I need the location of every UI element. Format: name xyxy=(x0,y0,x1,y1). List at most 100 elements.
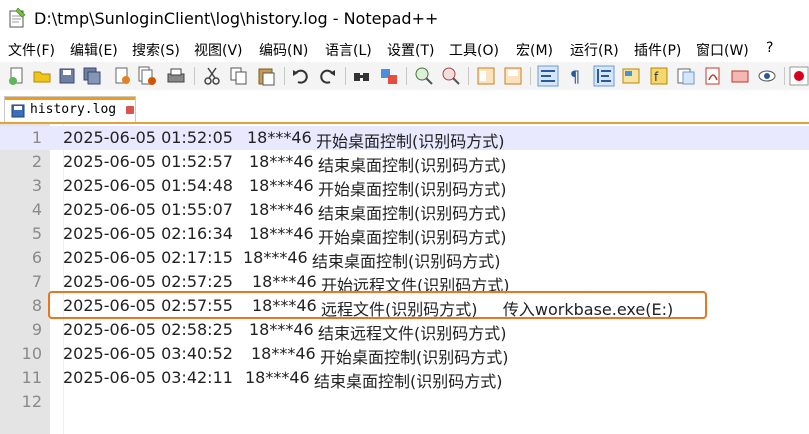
tab-history-log[interactable]: history.log xyxy=(4,96,136,122)
menu-help[interactable]: ? xyxy=(766,40,773,56)
tab-label: history.log xyxy=(30,102,117,117)
saved-file-icon xyxy=(11,104,25,118)
line-message: 开始桌面控制(识别码方式) xyxy=(320,348,509,367)
menu-edit[interactable]: 编辑(E) xyxy=(70,40,118,60)
new-file-icon[interactable] xyxy=(6,65,28,87)
window-title: D:\tmp\SunloginClient\log\history.log - … xyxy=(34,9,439,28)
line-datetime: 2025-06-05 01:55:07 xyxy=(63,200,233,219)
line-message: 结束桌面控制(识别码方式) xyxy=(318,156,507,175)
editor-line[interactable]: 4 2025-06-05 01:55:07 18***46 结束桌面控制(识别码… xyxy=(0,198,809,223)
redo-icon[interactable] xyxy=(316,65,338,87)
line-user: 18***46 xyxy=(249,200,314,219)
line-message: 开始桌面控制(识别码方式) xyxy=(318,180,507,199)
find-icon[interactable] xyxy=(351,65,373,87)
pdf-icon[interactable] xyxy=(702,65,724,87)
indent-guide-icon[interactable] xyxy=(593,65,615,87)
menu-window[interactable]: 窗口(W) xyxy=(696,40,749,60)
toolbar-separator xyxy=(194,67,195,85)
editor-line[interactable]: 12 xyxy=(0,390,809,414)
func-list-icon[interactable]: f xyxy=(648,65,670,87)
paste-icon[interactable] xyxy=(255,65,277,87)
show-all-icon[interactable]: ¶ xyxy=(564,65,586,87)
line-user: 18***46 xyxy=(245,368,310,387)
line-datetime: 2025-06-05 02:16:34 xyxy=(63,224,233,243)
editor-line[interactable]: 10 2025-06-05 03:40:52 18***46 开始桌面控制(识别… xyxy=(0,342,809,367)
line-user: 18***46 xyxy=(243,248,308,267)
menu-plugins[interactable]: 插件(P) xyxy=(634,40,681,60)
editor-line[interactable]: 11 2025-06-05 03:42:11 18***46 结束桌面控制(识别… xyxy=(0,366,809,391)
menu-settings[interactable]: 设置(T) xyxy=(387,40,434,60)
menu-language[interactable]: 语言(L) xyxy=(325,40,372,60)
doc-map-icon[interactable] xyxy=(620,65,642,87)
line-datetime: 2025-06-05 02:58:25 xyxy=(63,320,233,339)
record-icon[interactable] xyxy=(788,65,809,87)
close-icon[interactable] xyxy=(111,65,133,87)
editor-line[interactable]: 2 2025-06-05 01:52:57 18***46 结束桌面控制(识别码… xyxy=(0,150,809,175)
folder-workspace-icon[interactable] xyxy=(675,65,697,87)
line-message: 结束桌面控制(识别码方式) xyxy=(312,252,501,271)
zoom-out-icon[interactable] xyxy=(440,65,462,87)
line-user: 18***46 xyxy=(249,224,314,243)
editor-line[interactable]: 9 2025-06-05 02:58:25 18***46 结束远程文件(识别码… xyxy=(0,318,809,343)
editor-line[interactable]: 5 2025-06-05 02:16:34 18***46 开始桌面控制(识别码… xyxy=(0,222,809,247)
line-datetime: 2025-06-05 01:52:05 xyxy=(63,128,233,147)
line-user: 18***46 xyxy=(251,344,316,363)
tab-strip: history.log xyxy=(0,90,809,124)
save-all-icon[interactable] xyxy=(81,65,103,87)
copy-icon[interactable] xyxy=(228,65,250,87)
editor-line[interactable]: 6 2025-06-05 02:17:15 18***46 结束桌面控制(识别码… xyxy=(0,246,809,271)
line-message: 开始桌面控制(识别码方式) xyxy=(316,132,505,151)
toolbar-separator xyxy=(284,67,285,85)
line-datetime: 2025-06-05 01:54:48 xyxy=(63,176,233,195)
toolbar-separator xyxy=(530,67,531,85)
toolbar: ¶ f xyxy=(0,62,809,91)
open-file-icon[interactable] xyxy=(31,65,53,87)
toolbar-separator xyxy=(345,67,346,85)
line-number: 3 xyxy=(31,176,42,195)
line-datetime: 2025-06-05 02:57:25 xyxy=(63,272,233,291)
editor-area[interactable]: 1 2025-06-05 01:52:05 18***46 开始桌面控制(识别码… xyxy=(0,124,809,434)
menu-view[interactable]: 视图(V) xyxy=(194,40,243,60)
close-all-icon[interactable] xyxy=(136,65,158,87)
menu-bar: 文件(F) 编辑(E) 搜索(S) 视图(V) 编码(N) 语言(L) 设置(T… xyxy=(0,38,809,62)
macro-icon[interactable] xyxy=(729,65,751,87)
line-number: 8 xyxy=(31,296,42,315)
cut-icon[interactable] xyxy=(201,65,223,87)
title-bar: D:\tmp\SunloginClient\log\history.log - … xyxy=(0,0,809,38)
line-datetime: 2025-06-05 03:42:11 xyxy=(63,368,233,387)
menu-run[interactable]: 运行(R) xyxy=(570,40,619,60)
undo-icon[interactable] xyxy=(290,65,312,87)
menu-search[interactable]: 搜索(S) xyxy=(132,40,180,60)
tab-active-indicator xyxy=(5,97,135,100)
editor-line[interactable]: 3 2025-06-05 01:54:48 18***46 开始桌面控制(识别码… xyxy=(0,174,809,199)
toolbar-separator xyxy=(468,67,469,85)
tab-close-icon[interactable] xyxy=(126,106,134,114)
menu-tools[interactable]: 工具(O) xyxy=(449,40,499,60)
line-message: 开始桌面控制(识别码方式) xyxy=(318,228,507,247)
sync-v-icon[interactable] xyxy=(475,65,497,87)
menu-encoding[interactable]: 编码(N) xyxy=(259,40,308,60)
line-datetime: 2025-06-05 03:40:52 xyxy=(63,344,233,363)
line-user: 18***46 xyxy=(252,272,317,291)
print-icon[interactable] xyxy=(165,65,187,87)
line-number: 4 xyxy=(31,200,42,219)
replace-icon[interactable] xyxy=(378,65,400,87)
menu-file[interactable]: 文件(F) xyxy=(8,40,55,60)
save-icon[interactable] xyxy=(56,65,78,87)
line-user: 18***46 xyxy=(249,176,314,195)
eye-icon[interactable] xyxy=(756,65,778,87)
line-number: 7 xyxy=(31,272,42,291)
line-number: 12 xyxy=(21,392,42,411)
editor-line[interactable]: 1 2025-06-05 01:52:05 18***46 开始桌面控制(识别码… xyxy=(0,126,809,151)
line-message: 结束桌面控制(识别码方式) xyxy=(314,372,503,391)
wrap-icon[interactable] xyxy=(537,65,559,87)
line-number: 2 xyxy=(31,152,42,171)
line-number: 10 xyxy=(21,344,42,363)
svg-text:¶: ¶ xyxy=(570,67,580,86)
sync-h-icon[interactable] xyxy=(502,65,524,87)
line-number: 9 xyxy=(31,320,42,339)
menu-macro[interactable]: 宏(M) xyxy=(516,40,553,60)
line-number: 1 xyxy=(31,128,42,147)
zoom-in-icon[interactable] xyxy=(413,65,435,87)
annotation-highlight-box xyxy=(48,291,707,319)
